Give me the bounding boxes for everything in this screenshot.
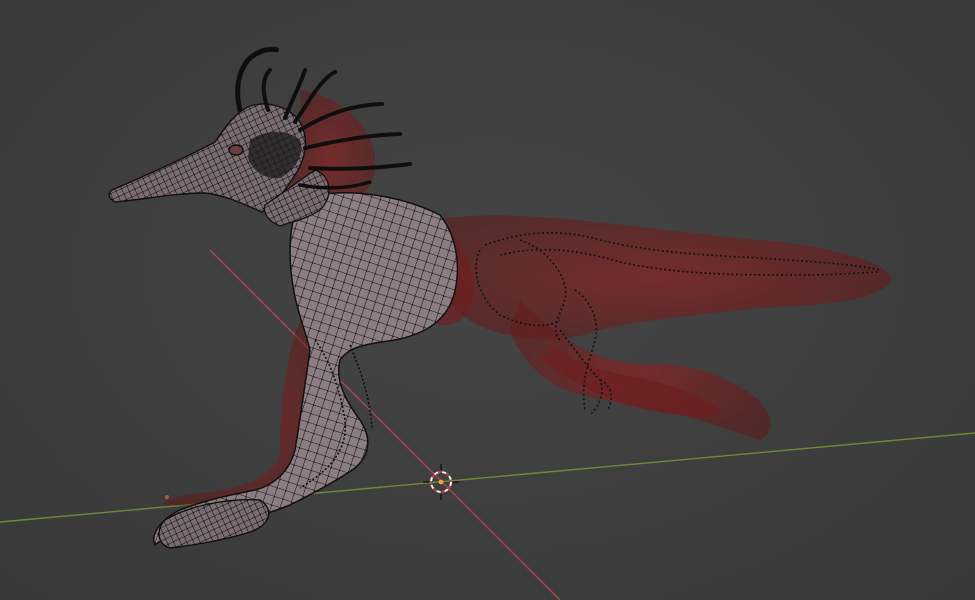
origin-point	[165, 495, 169, 499]
3d-cursor-icon[interactable]	[423, 464, 459, 500]
3d-viewport[interactable]	[0, 0, 975, 600]
y-axis-line	[0, 432, 975, 523]
eye	[228, 144, 244, 156]
viewport-canvas[interactable]	[0, 0, 975, 600]
